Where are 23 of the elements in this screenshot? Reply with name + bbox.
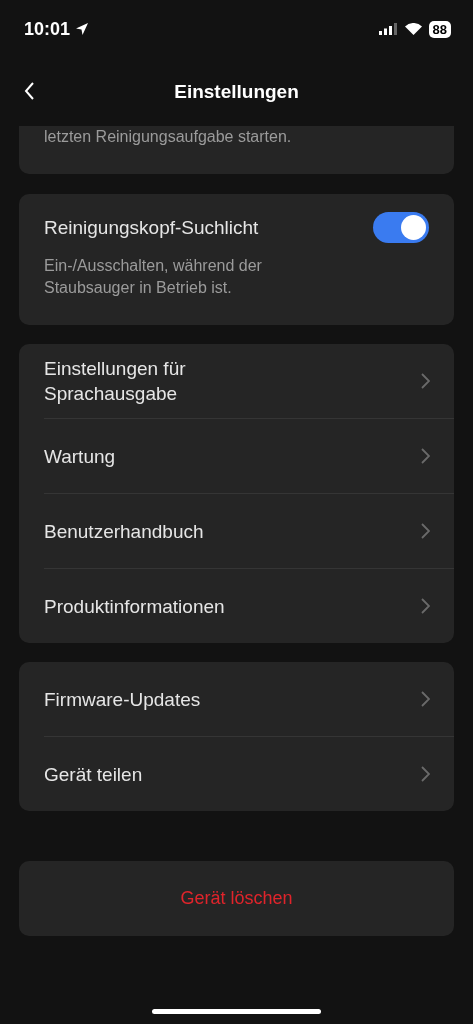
menu-item[interactable]: Gerät teilen	[44, 736, 454, 811]
status-time: 10:01	[24, 18, 71, 40]
chevron-right-icon	[421, 523, 430, 539]
chevron-right-icon	[421, 691, 430, 707]
setting-description: letzten Reinigungsaufgabe starten.	[44, 127, 293, 147]
menu-item[interactable]: Produktinformationen	[44, 568, 454, 643]
menu-item[interactable]: Firmware-Updates	[44, 662, 454, 736]
signal-icon	[378, 23, 398, 35]
toggle-switch[interactable]	[373, 212, 429, 243]
page-title: Einstellungen	[174, 81, 299, 103]
chevron-right-icon	[421, 598, 430, 614]
menu-item[interactable]: Benutzerhandbuch	[44, 493, 454, 568]
battery-level: 88	[428, 20, 451, 38]
setting-label: Reinigungskopf-Suchlicht	[44, 216, 259, 239]
menu-item[interactable]: Einstellungen für Sprachausgabe	[44, 344, 454, 418]
chevron-right-icon	[421, 373, 430, 389]
setting-description: Ein-/Ausschalten, während der Staubsauger in Betrieb ist.	[44, 256, 263, 298]
back-icon[interactable]	[24, 82, 35, 100]
location-arrow-icon	[75, 22, 90, 36]
chevron-right-icon	[421, 448, 430, 464]
wifi-icon	[404, 23, 422, 35]
chevron-right-icon	[421, 766, 430, 782]
menu-item[interactable]: Wartung	[44, 418, 454, 493]
